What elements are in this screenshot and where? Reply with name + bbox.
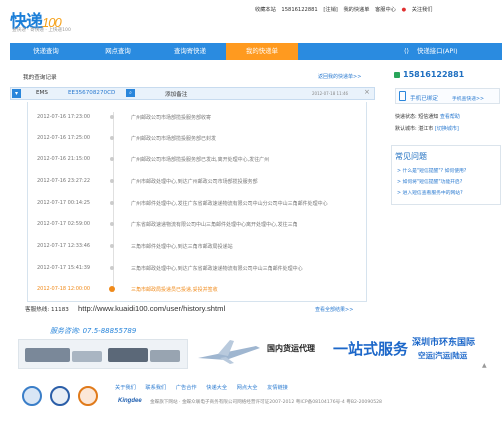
- timeline-event-latest: 2012-07-18 12:00:00 三角市邮政局投递员已投递,妥投并签收: [37, 286, 218, 293]
- truck-icon: [150, 350, 180, 362]
- sidebar-phone: 15816122881: [403, 70, 465, 79]
- event-dot: [110, 222, 114, 226]
- police-badge-icon[interactable]: [50, 386, 70, 406]
- main-nav: 快递查询 网点查询 查询寄快递 我的快递单 ⟨⟩ 快递接口(API): [10, 43, 502, 60]
- nav-api-label: 快递接口(API): [417, 47, 458, 55]
- timeline-event: 2012-07-17 02:59:00 广东省邮政速递物流有限公司中山三角邮件处理…: [37, 221, 298, 228]
- check-icon: [109, 286, 115, 292]
- footer-link-couriers[interactable]: 快递大全: [206, 385, 227, 391]
- help-link[interactable]: 查看帮助: [440, 114, 460, 120]
- event-text: 广州邮政公司市场部揽投服务部已发出,离开处理中心,发往广州: [131, 157, 270, 163]
- search-icon[interactable]: ⌕: [126, 89, 135, 97]
- footer-link-friends[interactable]: 友情链接: [267, 385, 288, 391]
- banner-text-a: 国内货运代理: [267, 344, 315, 353]
- city-label: 默认城市:: [395, 126, 417, 132]
- faq-item[interactable]: > 如何将"短信提醒"功能开启?: [397, 178, 462, 185]
- faq-title: 常见问题: [395, 152, 427, 161]
- bookmark-link[interactable]: 收藏本站: [255, 7, 276, 13]
- nav-tab-track[interactable]: 快递查询: [10, 43, 82, 60]
- event-dot: [110, 115, 114, 119]
- nav-tab-outlets[interactable]: 网点查询: [82, 43, 154, 60]
- records-title: 我的查询记录: [23, 75, 57, 81]
- notify-value: 短信通知: [418, 114, 439, 120]
- mobile-track-link[interactable]: 手机查快递>>: [452, 95, 484, 102]
- faq-item[interactable]: > 什么是"短信提醒"? 如何使用?: [397, 167, 466, 174]
- phone-icon: [399, 91, 406, 101]
- banner-text-c: 深圳市环东国际: [412, 337, 476, 347]
- logout-link[interactable]: [注销]: [323, 7, 337, 13]
- add-remark-link[interactable]: 添加备注: [165, 90, 187, 98]
- switch-city-link[interactable]: [切换城市]: [435, 126, 459, 132]
- nav-tab-my-orders[interactable]: 我的快递单: [226, 43, 298, 60]
- event-dot: [110, 201, 114, 205]
- footer-link-outlets[interactable]: 网点大全: [237, 385, 258, 391]
- event-text: 三角市邮政局投递员已投递,妥投并签收: [131, 287, 218, 293]
- event-text: 广州邮政公司市场部揽投服务部收寄: [131, 115, 212, 121]
- security-badge-icon[interactable]: [78, 386, 98, 406]
- notify-label: 快递状态:: [395, 114, 417, 120]
- footer-link-contact[interactable]: 联系我们: [145, 385, 166, 391]
- truck-icon: [25, 348, 70, 362]
- timeline-event: 2012-07-16 17:23:00 广州邮政公司市场部揽投服务部收寄: [37, 114, 211, 121]
- event-dot: [110, 179, 114, 183]
- copyright: 金蝶旗下网站 · 金蝶众联电子商务有限公司网络经营许可证2007-2012 粤I…: [150, 400, 382, 405]
- slogan: 查快递 · 寄快递 · 上快递100: [12, 28, 71, 33]
- footer-link-about[interactable]: 关于我们: [115, 385, 136, 391]
- service-center-link[interactable]: 客服中心: [375, 7, 396, 13]
- timeline-event: 2012-07-16 17:25:00 广州邮政公司市场部揽投服务部已封发: [37, 135, 216, 142]
- timeline-event: 2012-07-17 00:14:25 广州市邮件处理中心,发往广东省邮政速递物流…: [37, 200, 328, 207]
- faq-item[interactable]: > 进入短信查看服务中的网站?: [397, 189, 463, 196]
- timeline-event: 2012-07-17 15:41:39 三角市邮政处理中心,到达广东省邮政速递物流…: [37, 265, 303, 272]
- page-url[interactable]: http://www.kuaidi100.com/user/history.sh…: [78, 304, 225, 313]
- banner-text-b: 一站式服务: [333, 341, 409, 358]
- city-setting: 默认城市: 湛江市 [切换城市]: [395, 125, 459, 132]
- truck-icon: [108, 348, 148, 362]
- trust-badge-icon[interactable]: [22, 386, 42, 406]
- city-value: 湛江市: [418, 126, 434, 132]
- event-dot: [110, 157, 114, 161]
- timeline-event: 2012-07-16 21:15:00 广州邮政公司市场部揽投服务部已发出,离开处…: [37, 156, 269, 163]
- user-phone[interactable]: 15816122881: [281, 7, 317, 13]
- event-text: 三角市邮件处理中心,到达三角市邮政局投递站: [131, 244, 233, 250]
- notify-setting: 快递状态: 短信通知 查看帮助: [395, 113, 460, 120]
- airplane-icon: [198, 340, 260, 364]
- banner-text-d: 空运|汽运|陆运: [418, 351, 468, 360]
- record-company: EMS: [36, 90, 48, 96]
- event-text: 广州邮政公司市场部揽投服务部已封发: [131, 136, 217, 142]
- footer-link-ads[interactable]: 广告合作: [176, 385, 197, 391]
- more-results-link[interactable]: 查看全部结果>>: [315, 306, 353, 313]
- chevron-down-icon[interactable]: ▾: [12, 89, 21, 98]
- timeline-event: 2012-07-17 12:33:46 三角市邮件处理中心,到达三角市邮政局投递站: [37, 243, 233, 250]
- share-icon: ⟨⟩: [404, 47, 409, 55]
- top-links: 收藏本站 15816122881 [注销] 我的快递单 客服中心 ● 关注我们: [255, 6, 436, 13]
- weibo-icon[interactable]: ●: [402, 7, 407, 13]
- record-tracking-number[interactable]: EE356708270CD: [68, 90, 115, 96]
- my-orders-link[interactable]: 我的快递单: [343, 7, 369, 13]
- event-dot: [110, 244, 114, 248]
- event-text: 广东省邮政速递物流有限公司中山三角邮件处理中心离开处理中心,发往三角: [131, 222, 298, 228]
- footer-links: 关于我们 联系我们 广告合作 快递大全 网点大全 友情链接: [115, 384, 296, 391]
- timeline-event: 2012-07-16 23:27:22 广州市邮政处理中心,到达广州邮政公司市场部…: [37, 178, 258, 185]
- event-dot: [110, 266, 114, 270]
- nav-tab-api[interactable]: ⟨⟩ 快递接口(API): [398, 43, 502, 60]
- event-dot: [110, 136, 114, 140]
- record-time: 2012-07-18 11:46: [312, 91, 349, 96]
- bind-status: 手机已绑定: [410, 96, 438, 102]
- event-text: 广州市邮政处理中心,到达广州邮政公司市场部揽投服务部: [131, 179, 258, 185]
- back-to-orders-link[interactable]: 返回我的快递单>>: [318, 73, 361, 80]
- event-text: 三角市邮政处理中心,到达广东省邮政速递物流有限公司中山三角邮件处理中心: [131, 266, 303, 272]
- event-text: 广州市邮件处理中心,发往广东省邮政速递物流有限公司中山分公司中山三角邮件处理中心: [131, 201, 328, 207]
- hotline: 客服热线: 11183: [25, 307, 69, 313]
- truck-icon: [72, 351, 102, 362]
- user-icon: [394, 72, 400, 78]
- nav-tab-send[interactable]: 查询寄快递: [154, 43, 226, 60]
- follow-link[interactable]: 关注我们: [412, 7, 433, 13]
- close-icon[interactable]: ×: [364, 88, 370, 96]
- kingdee-logo[interactable]: Kingdee: [118, 398, 142, 404]
- back-to-top-icon[interactable]: ▲: [482, 362, 487, 369]
